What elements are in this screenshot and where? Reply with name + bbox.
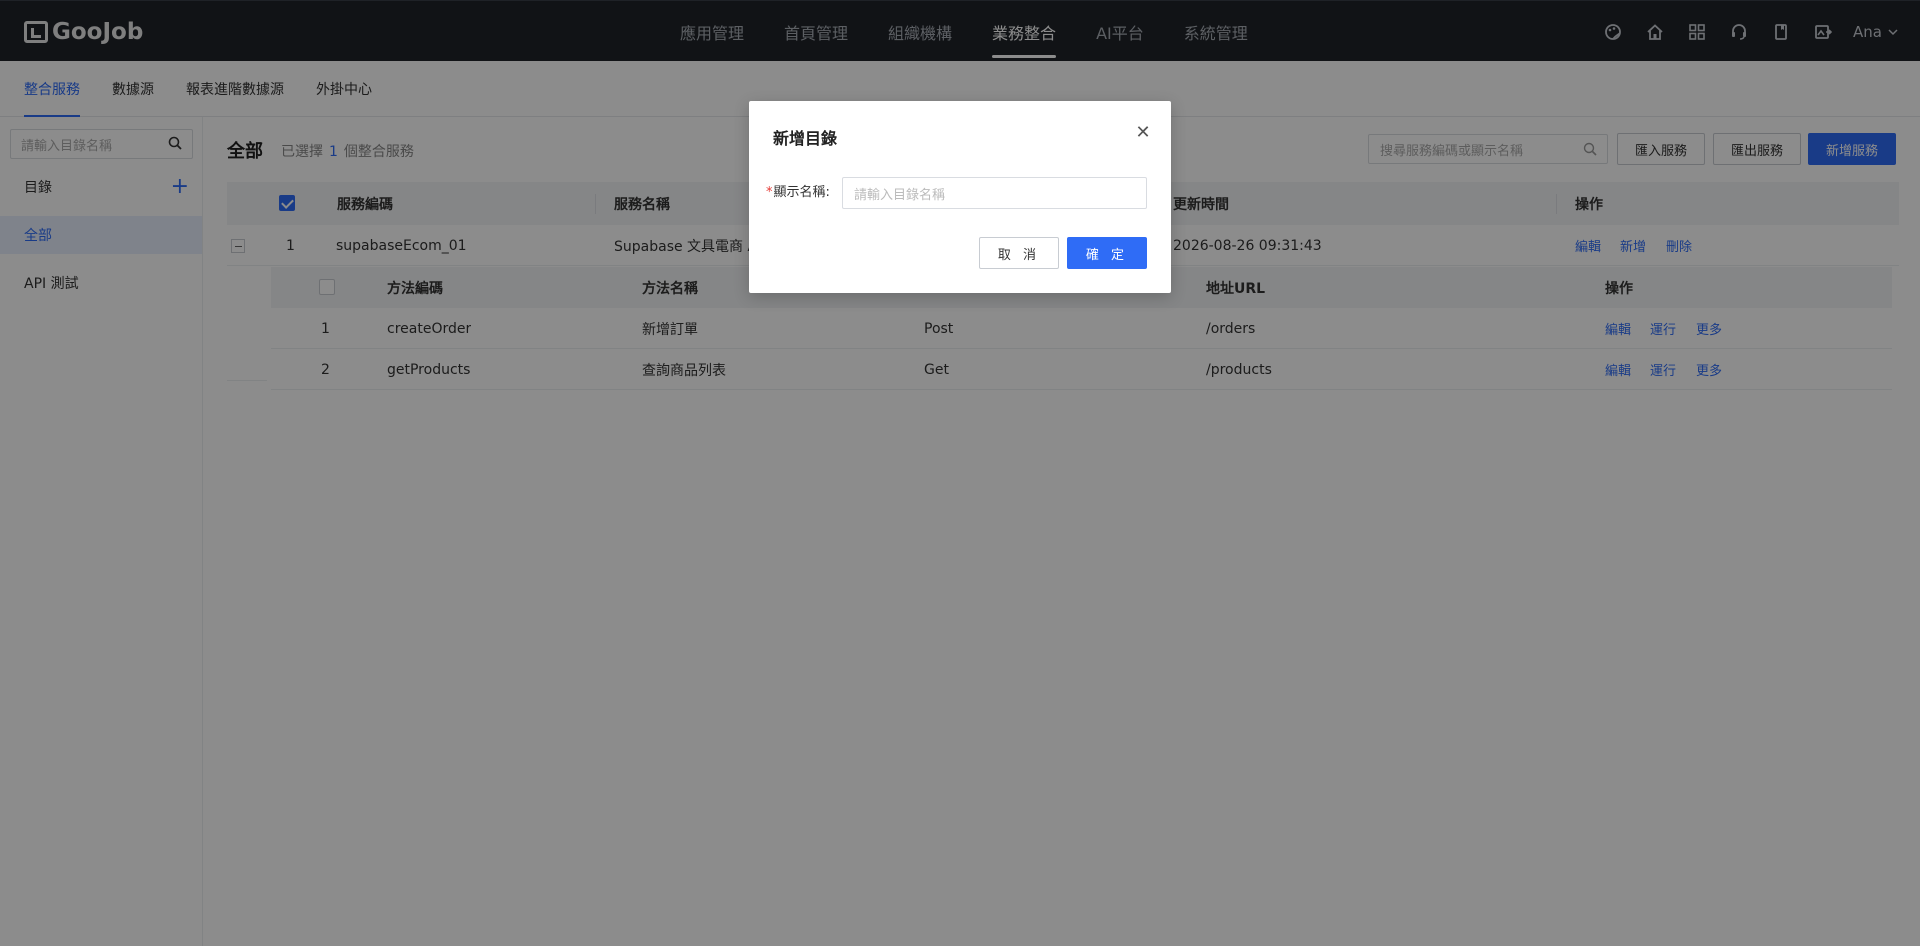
new-directory-dialog: 新增目錄 ✕ *顯示名稱: 請輸入目錄名稱 取 消 確 定	[749, 101, 1171, 293]
display-name-label: *顯示名稱:	[766, 181, 830, 200]
display-name-input[interactable]: 請輸入目錄名稱	[842, 177, 1147, 209]
cancel-button[interactable]: 取 消	[979, 237, 1059, 269]
dialog-title: 新增目錄	[773, 129, 838, 148]
display-name-label-text: 顯示名稱:	[773, 185, 830, 200]
confirm-button[interactable]: 確 定	[1067, 237, 1147, 269]
required-mark: *	[766, 185, 773, 200]
close-icon[interactable]: ✕	[1135, 124, 1151, 142]
display-name-placeholder: 請輸入目錄名稱	[854, 187, 946, 203]
